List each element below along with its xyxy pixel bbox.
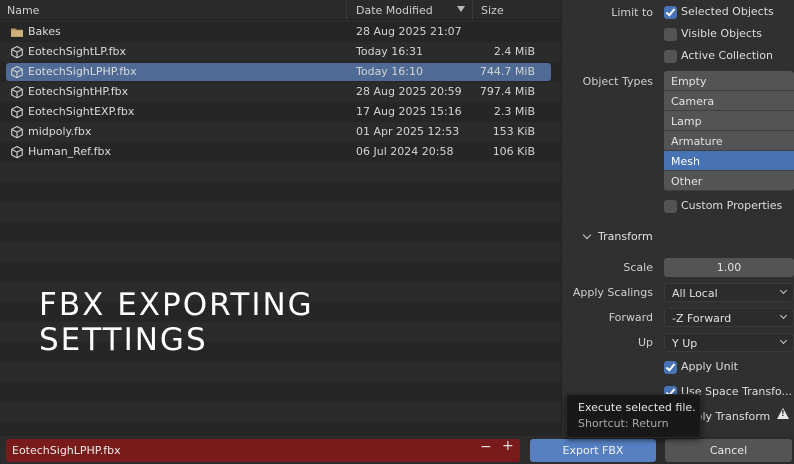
file-date: 06 Jul 2024 20:58 [356,145,454,158]
file-name: midpoly.fbx [28,125,92,138]
mesh-file-icon [10,85,24,99]
column-date-modified[interactable]: Date Modified [356,4,433,17]
forward-value: -Z Forward [672,312,732,325]
file-name: EotechSightHP.fbx [28,85,129,98]
object-types-label: Object Types [582,75,653,88]
forward-label: Forward [608,311,653,324]
file-date: 28 Aug 2025 20:59 [356,85,462,98]
file-size: 797.4 MiB [479,85,535,98]
apply-scalings-value: All Local [672,287,718,300]
file-name: EotechSighLPHP.fbx [28,65,137,78]
chevron-down-icon [779,311,788,320]
file-size: 153 KiB [492,125,535,138]
object-type-other[interactable]: Other [664,171,794,191]
file-row[interactable]: EotechSighLPHP.fbx Today 16:10 744.7 MiB [6,63,551,81]
export-settings-panel: Limit to Selected Objects Visible Object… [561,0,794,436]
scale-label: Scale [623,261,653,274]
file-name: Human_Ref.fbx [28,145,112,158]
up-select[interactable]: Y Up [664,333,794,352]
checkbox-icon[interactable] [664,361,677,374]
file-date: 28 Aug 2025 21:07 [356,25,462,38]
forward-select[interactable]: -Z Forward [664,308,794,327]
transform-section-header[interactable]: Transform [562,227,794,247]
mesh-file-icon [10,125,24,139]
file-name: EotechSightLP.fbx [28,45,126,58]
checkbox-label: Custom Properties [681,199,783,212]
column-separator [346,0,347,20]
file-date: 01 Apr 2025 12:53 [356,125,460,138]
file-row[interactable]: EotechSightLP.fbx Today 16:31 2.4 MiB [6,43,551,61]
overlay-title-line1: FBX EXPORTING [39,287,314,323]
object-types-list: Empty Camera Lamp Armature Mesh Other [664,71,794,191]
transform-header-label: Transform [598,230,653,243]
sort-descending-icon[interactable] [457,6,465,12]
file-row[interactable]: midpoly.fbx 01 Apr 2025 12:53 153 KiB [6,123,551,141]
column-name[interactable]: Name [7,4,39,17]
file-size: 2.4 MiB [493,45,535,58]
bottom-bar: EotechSighLPHP.fbx − + Export FBX Cancel [0,436,794,464]
cancel-button[interactable]: Cancel [665,439,792,462]
overlay-title-line2: SETTINGS [39,322,208,358]
file-date: 17 Aug 2025 15:16 [356,105,462,118]
file-name: EotechSightEXP.fbx [28,105,135,118]
checkbox-icon[interactable] [664,200,677,213]
checkbox-icon[interactable] [664,50,677,63]
checkbox-icon[interactable] [664,6,677,19]
mesh-file-icon [10,145,24,159]
scale-field[interactable]: 1.00 [664,258,794,277]
overlay-title: FBX EXPORTING SETTINGS [39,288,314,358]
file-date: Today 16:10 [356,65,424,78]
limit-to-label: Limit to [611,6,653,19]
checkbox-label: Apply Unit [681,360,738,373]
column-separator [472,0,473,20]
object-type-empty[interactable]: Empty [664,71,794,91]
object-type-camera[interactable]: Camera [664,91,794,111]
checkbox-label: Visible Objects [681,27,762,40]
checkbox-icon[interactable] [664,28,677,41]
column-header: Name Date Modified Size [0,0,561,20]
apply-scalings-select[interactable]: All Local [664,283,794,302]
tooltip: Execute selected file. Shortcut: Return [566,394,701,438]
filename-value: EotechSighLPHP.fbx [12,444,121,457]
chevron-down-icon [779,336,788,345]
chevron-down-icon [779,286,788,295]
mesh-file-icon [10,65,24,79]
file-date: Today 16:31 [356,45,424,58]
object-type-lamp[interactable]: Lamp [664,111,794,131]
up-label: Up [637,336,653,349]
filename-input[interactable]: EotechSighLPHP.fbx [6,439,520,462]
checkbox-label: Active Collection [681,49,773,62]
folder-icon [10,25,24,39]
column-size[interactable]: Size [481,4,504,17]
chevron-down-icon [582,230,592,240]
apply-scalings-label: Apply Scalings [572,286,653,299]
object-type-armature[interactable]: Armature [664,131,794,151]
file-browser: Name Date Modified Size Bakes 28 Aug 2025… [0,0,561,436]
checkbox-label: Selected Objects [681,5,774,18]
mesh-file-icon [10,105,24,119]
tooltip-title: Execute selected file. [578,401,696,414]
file-row[interactable]: EotechSightEXP.fbx 17 Aug 2025 15:16 2.3 M… [6,103,551,121]
up-value: Y Up [672,337,698,350]
file-row[interactable]: EotechSightHP.fbx 28 Aug 2025 20:59 797.4 … [6,83,551,101]
export-fbx-button[interactable]: Export FBX [530,439,656,462]
mesh-file-icon [10,45,24,59]
file-size: 106 KiB [492,145,535,158]
file-size: 2.3 MiB [493,105,535,118]
tooltip-shortcut: Shortcut: Return [578,417,669,430]
file-row[interactable]: Human_Ref.fbx 06 Jul 2024 20:58 106 KiB [6,143,551,161]
file-name: Bakes [28,25,61,38]
warning-icon [777,408,789,419]
file-row[interactable]: Bakes 28 Aug 2025 21:07 [6,23,551,41]
file-size: 744.7 MiB [479,65,535,78]
object-type-mesh[interactable]: Mesh [664,151,794,171]
